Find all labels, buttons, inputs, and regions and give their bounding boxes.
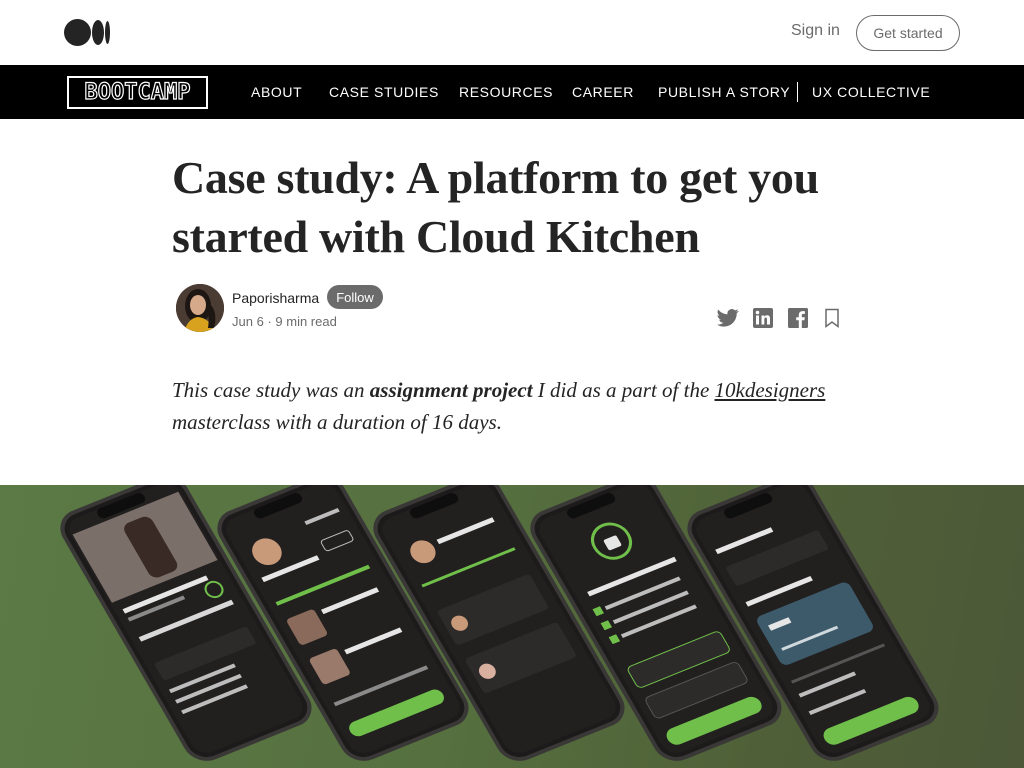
nav-ux-collective[interactable]: UX COLLECTIVE xyxy=(812,84,930,100)
nav-about[interactable]: ABOUT xyxy=(251,84,302,100)
linkedin-icon[interactable] xyxy=(753,308,775,328)
twitter-icon[interactable] xyxy=(717,308,739,328)
get-started-button[interactable]: Get started xyxy=(856,15,960,51)
nav-career[interactable]: CAREER xyxy=(572,84,634,100)
article-title: Case study: A platform to get you starte… xyxy=(172,148,872,266)
publication-nav: BOOTCAMP ABOUT CASE STUDIES RESOURCES CA… xyxy=(0,65,1024,119)
nav-resources[interactable]: RESOURCES xyxy=(459,84,553,100)
brand-name: BOOTCAMP xyxy=(84,79,191,105)
10kdesigners-link[interactable]: 10kdesigners xyxy=(715,378,826,402)
nav-publish-a-story[interactable]: PUBLISH A STORY xyxy=(658,84,790,100)
sign-in-link[interactable]: Sign in xyxy=(791,22,840,40)
facebook-icon[interactable] xyxy=(788,308,810,328)
nav-divider xyxy=(797,82,798,102)
author-avatar[interactable] xyxy=(176,284,224,332)
meta-separator: · xyxy=(267,314,272,329)
medium-logo-icon[interactable] xyxy=(64,19,110,46)
title-line-1: Case study: A platform to get you xyxy=(172,152,819,203)
read-time: 9 min read xyxy=(275,314,337,329)
nav-case-studies[interactable]: CASE STUDIES xyxy=(329,84,439,100)
bookmark-icon[interactable] xyxy=(824,308,846,328)
article-meta: Jun 6 · 9 min read xyxy=(232,314,337,329)
author-name[interactable]: Paporisharma xyxy=(232,290,319,306)
top-bar: Sign in Get started xyxy=(0,0,1024,65)
hero-image xyxy=(0,485,1024,768)
intro-text-3: masterclass with a duration of 16 days. xyxy=(172,410,502,434)
follow-button[interactable]: Follow xyxy=(327,285,383,309)
intro-text-1: This case study was an xyxy=(172,378,370,402)
publish-date: Jun 6 xyxy=(232,314,264,329)
title-line-2: started with Cloud Kitchen xyxy=(172,211,700,262)
bootcamp-logo[interactable]: BOOTCAMP xyxy=(67,76,208,109)
intro-bold: assignment project xyxy=(369,378,533,402)
intro-text-2: I did as a part of the xyxy=(532,378,715,402)
article-intro: This case study was an assignment projec… xyxy=(172,374,852,438)
